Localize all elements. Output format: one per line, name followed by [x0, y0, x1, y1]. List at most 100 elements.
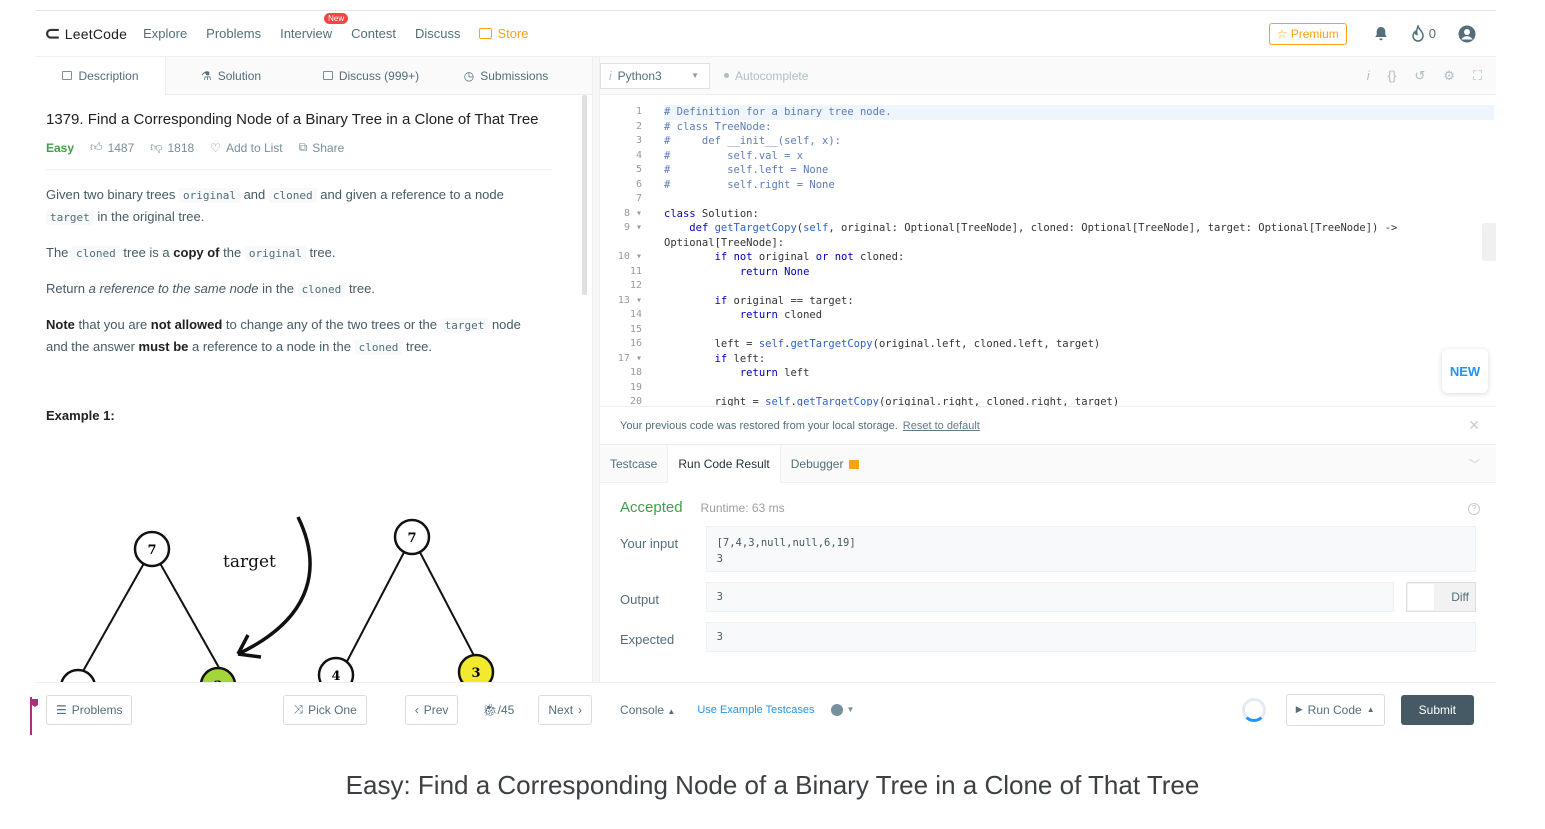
- premium-button[interactable]: ☆ Premium: [1268, 22, 1347, 45]
- code-line[interactable]: return None: [664, 265, 1494, 280]
- nav-store[interactable]: Store: [479, 26, 529, 41]
- text: in the: [262, 281, 294, 296]
- logo[interactable]: ⊂ LeetCode: [44, 21, 127, 46]
- likes-count: 1487: [107, 140, 135, 155]
- code-line[interactable]: return cloned: [664, 308, 1494, 323]
- tab-solution[interactable]: ⚗ Solution: [166, 57, 296, 95]
- tab-debugger[interactable]: Debugger: [781, 445, 870, 483]
- code-line[interactable]: [664, 279, 1494, 294]
- restore-notice: Your previous code was restored from you…: [600, 407, 1496, 445]
- chevron-left-icon: ‹: [414, 702, 419, 717]
- text: the: [223, 245, 242, 260]
- code-line[interactable]: [664, 192, 1494, 207]
- code-line[interactable]: class Solution:: [664, 207, 1494, 222]
- code-line[interactable]: # Definition for a binary tree node.: [664, 105, 1494, 120]
- text: a reference to a node in the: [192, 339, 352, 354]
- code-editor[interactable]: 12345678 ▾ 9 ▾ 10 ▾ 11 12 13 ▾ 14 15 16 17 ▾ 18 19 2…: [600, 95, 1496, 407]
- language-select[interactable]: i Python3 ▼: [600, 62, 710, 89]
- caret-down-icon: ▼: [846, 705, 855, 714]
- use-example-testcases-link[interactable]: Use Example Testcases: [697, 704, 814, 716]
- line-number: [600, 236, 650, 251]
- add-to-list-button[interactable]: ♡ Add to List: [210, 141, 282, 155]
- tab-testcase[interactable]: Testcase: [600, 445, 667, 483]
- difficulty-badge: Easy: [46, 140, 75, 155]
- nav-discuss[interactable]: Discuss: [415, 26, 461, 41]
- run-result: ? Accepted Runtime: 63 ms Your input [7,…: [600, 483, 1496, 668]
- list-icon: ☰: [56, 702, 67, 717]
- input-label: Your input: [620, 536, 679, 551]
- code-cloned: cloned: [72, 246, 120, 261]
- problems-button[interactable]: ☰ Problems: [46, 694, 133, 725]
- chevron-down-icon[interactable]: ﹀: [1469, 456, 1480, 472]
- description-icon: [62, 71, 73, 80]
- code-line[interactable]: Optional[TreeNode]:: [664, 236, 1494, 251]
- code-line[interactable]: # self.val = x: [664, 149, 1494, 164]
- console-toggle[interactable]: Console ▲: [620, 703, 675, 717]
- thumbs-down-icon: 👎︎: [150, 140, 163, 154]
- bell-icon[interactable]: [1373, 26, 1389, 42]
- tab-description[interactable]: Description: [36, 56, 166, 95]
- nav-contest[interactable]: Contest: [351, 26, 396, 41]
- nav-interview[interactable]: Interview New: [280, 13, 349, 41]
- info-icon: i: [609, 68, 612, 83]
- code-line[interactable]: if left:: [664, 352, 1494, 367]
- bookmark-pin-icon: [30, 697, 38, 735]
- line-number: 5: [635, 164, 642, 175]
- question-icon: [830, 703, 843, 716]
- line-number: 17 ▾: [617, 352, 642, 364]
- code-line[interactable]: left = self.getTargetCopy(original.left,…: [664, 337, 1494, 352]
- code-lines[interactable]: # Definition for a binary tree node. # cl…: [664, 105, 1494, 406]
- submit-button[interactable]: Submit: [1400, 694, 1474, 725]
- code-line[interactable]: # class TreeNode:: [664, 120, 1494, 135]
- tree-node: 4: [317, 656, 355, 682]
- pick-one-button[interactable]: ⤨ Pick One: [283, 694, 367, 725]
- code-line[interactable]: # self.left = None: [664, 163, 1494, 178]
- problem-title: 1379. Find a Corresponding Node of a Bin…: [46, 111, 539, 128]
- code-line[interactable]: # self.right = None: [664, 178, 1494, 193]
- info-icon[interactable]: i: [1367, 68, 1370, 84]
- autocomplete-toggle[interactable]: Autocomplete: [724, 69, 808, 83]
- braces-icon[interactable]: {}: [1388, 68, 1397, 84]
- tab-discuss[interactable]: Discuss (999+): [296, 57, 446, 95]
- prev-button[interactable]: ‹ Prev: [404, 694, 459, 725]
- tab-run-code-result[interactable]: Run Code Result: [667, 444, 781, 483]
- output-box: 3: [705, 582, 1395, 612]
- left-tabs: Description ⚗ Solution Discuss (999+) ◷ Su…: [36, 56, 592, 95]
- code-line[interactable]: right = self.getTargetCopy(original.righ…: [664, 395, 1494, 406]
- side-panel-handle[interactable]: [1482, 223, 1496, 261]
- dislike-button[interactable]: 👎︎ 1818: [150, 140, 194, 155]
- code-line[interactable]: if original == target:: [664, 294, 1494, 309]
- line-number: 4: [635, 149, 642, 161]
- reset-icon[interactable]: ↺: [1414, 68, 1425, 84]
- next-button[interactable]: Next ›: [538, 694, 593, 725]
- like-button[interactable]: 👍︎ 1487: [90, 140, 134, 155]
- fullscreen-icon[interactable]: ⛶: [1473, 68, 1482, 84]
- nav-explore[interactable]: Explore: [143, 26, 187, 41]
- streak-counter[interactable]: 0: [1411, 25, 1436, 42]
- code-line[interactable]: # def __init__(self, x):: [664, 134, 1494, 149]
- run-code-button[interactable]: ▶ Run Code ▲: [1285, 693, 1385, 726]
- share-button[interactable]: ⧉ Share: [299, 140, 345, 155]
- diff-toggle[interactable]: Diff: [1406, 582, 1476, 612]
- settings-icon[interactable]: ⚙: [1443, 68, 1455, 84]
- code-line[interactable]: if not original or not cloned:: [664, 250, 1494, 265]
- description-scrollbar[interactable]: [582, 95, 587, 295]
- code-target: target: [46, 210, 94, 225]
- leetcode-window: ⊂ LeetCode Explore Problems Interview Ne…: [30, 10, 1496, 736]
- panel-resizer[interactable]: [592, 57, 600, 682]
- avatar-icon[interactable]: [1458, 25, 1476, 43]
- help-dropdown[interactable]: ▼: [830, 703, 855, 716]
- code-line[interactable]: [664, 381, 1494, 396]
- tab-submissions[interactable]: ◷ Submissions: [446, 57, 566, 95]
- code-line[interactable]: return left: [664, 366, 1494, 381]
- help-icon[interactable]: ?: [1468, 503, 1480, 515]
- close-icon[interactable]: ✕: [1468, 417, 1480, 434]
- loading-spinner-icon: [1241, 697, 1266, 722]
- nav-problems[interactable]: Problems: [206, 26, 261, 41]
- reset-to-default-link[interactable]: Reset to default: [903, 420, 980, 432]
- code-line[interactable]: [664, 323, 1494, 338]
- new-feature-button[interactable]: NEW: [1442, 349, 1488, 393]
- tab-debugger-label: Debugger: [790, 456, 844, 471]
- code-line[interactable]: def getTargetCopy(self, original: Option…: [664, 221, 1494, 236]
- input-row: Your input [7,4,3,null,null,6,19] 3: [620, 526, 1476, 572]
